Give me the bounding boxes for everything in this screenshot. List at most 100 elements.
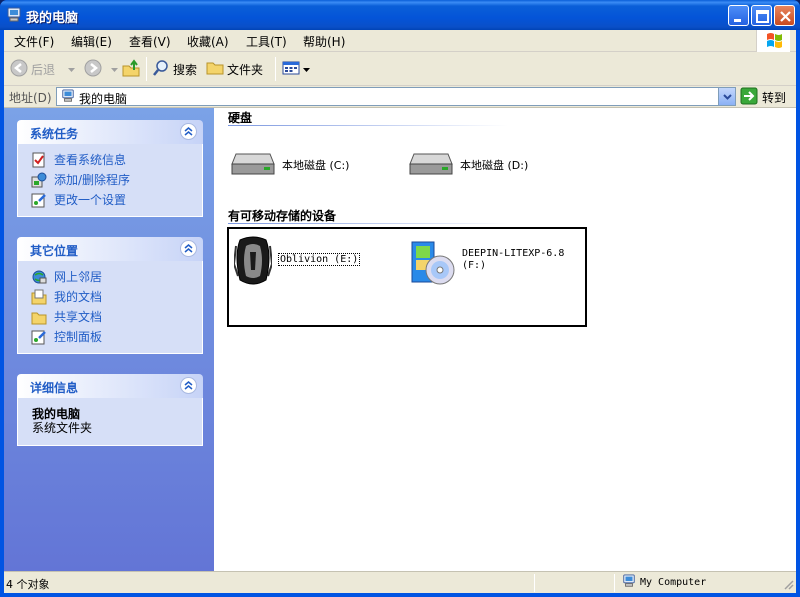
collapse-icon[interactable] [180, 377, 197, 394]
control-panel-label: 控制面板 [54, 330, 103, 344]
menu-view[interactable]: 查看(V) [129, 33, 171, 50]
details-header[interactable]: 详细信息 [17, 374, 203, 398]
address-bar: 地址(D) 我的电脑 转到 [4, 86, 796, 108]
drive-d-label: 本地磁盘 (D:) [460, 158, 529, 172]
resize-grip-icon[interactable] [782, 578, 794, 593]
object-count: 4 个对象 [6, 578, 50, 591]
address-label: 地址(D) [9, 91, 52, 105]
go-label: 转到 [762, 90, 787, 105]
drive-f[interactable]: DEEPIN-LITEXP-6.8 (F:) [410, 238, 564, 291]
chevron-down-icon [68, 62, 76, 76]
title-bar[interactable]: 我的电脑 [0, 0, 800, 30]
hard-disk-icon [408, 148, 454, 181]
drive-f-label-group: DEEPIN-LITEXP-6.8 (F:) [462, 248, 564, 272]
other-places-body: 网上邻居 我的文档 共享文档 控制面板 [17, 261, 203, 354]
control-panel-link[interactable]: 控制面板 [18, 327, 202, 347]
group-divider [228, 223, 508, 224]
forward-button[interactable] [84, 58, 118, 80]
folders-button[interactable]: 文件夹 [206, 58, 263, 80]
folder-icon [206, 59, 224, 80]
details-name: 我的电脑 [32, 407, 81, 421]
my-documents-label: 我的文档 [54, 290, 103, 304]
hard-disks-group-title: 硬盘 [228, 111, 253, 125]
other-places-panel: 其它位置 网上邻居 我的文档 共享文档 控制面板 [17, 237, 203, 354]
network-places-label: 网上邻居 [54, 270, 103, 284]
address-value: 我的电脑 [79, 92, 128, 106]
menu-favorites[interactable]: 收藏(A) [187, 33, 229, 50]
view-system-info-label: 查看系统信息 [54, 153, 127, 167]
drive-c[interactable]: 本地磁盘 (C:) [230, 148, 349, 181]
go-button[interactable]: 转到 [740, 87, 786, 107]
menu-tools[interactable]: 工具(T) [246, 33, 287, 50]
back-label: 后退 [31, 62, 56, 77]
drive-f-letter: (F:) [462, 260, 487, 271]
my-documents-link[interactable]: 我的文档 [18, 287, 202, 307]
maximize-button[interactable] [751, 5, 772, 26]
status-bar: 4 个对象 My Computer [4, 571, 796, 593]
collapse-icon[interactable] [180, 240, 197, 257]
toolbar: 后退 搜索 文件夹 [4, 52, 796, 86]
back-arrow-icon [10, 59, 28, 80]
details-panel: 详细信息 我的电脑 系统文件夹 [17, 374, 203, 446]
other-places-header[interactable]: 其它位置 [17, 237, 203, 261]
menu-file[interactable]: 文件(F) [14, 33, 54, 50]
windows-logo-icon [756, 30, 790, 52]
hard-disk-icon [230, 148, 276, 181]
shared-documents-label: 共享文档 [54, 310, 103, 324]
my-computer-icon [6, 7, 22, 23]
search-label: 搜索 [173, 62, 198, 77]
other-places-title: 其它位置 [30, 244, 79, 258]
details-title: 详细信息 [30, 381, 79, 395]
add-remove-programs-label: 添加/删除程序 [54, 173, 131, 187]
search-button[interactable]: 搜索 [152, 58, 197, 80]
chevron-down-icon [303, 62, 310, 76]
my-computer-icon [622, 574, 636, 591]
view-system-info-link[interactable]: 查看系统信息 [18, 150, 202, 170]
drive-f-label: DEEPIN-LITEXP-6.8 [462, 248, 565, 259]
folders-label: 文件夹 [227, 62, 264, 77]
address-dropdown-button[interactable] [718, 88, 735, 105]
menu-bar: 文件(F) 编辑(E) 查看(V) 收藏(A) 工具(T) 帮助(H) [4, 30, 796, 52]
back-button[interactable]: 后退 [10, 58, 76, 80]
drive-d[interactable]: 本地磁盘 (D:) [408, 148, 528, 181]
explorer-window: 我的电脑 文件(F) 编辑(E) 查看(V) 收藏(A) 工具(T) 帮助(H) [0, 0, 800, 597]
details-type: 系统文件夹 [32, 421, 93, 435]
views-icon [282, 59, 300, 80]
search-icon [152, 59, 170, 80]
content-pane: 硬盘 本地磁盘 (C:) 本地磁盘 (D:) 有可移动存储的设备 Oblivio… [214, 108, 796, 571]
go-arrow-icon [740, 87, 758, 108]
system-tasks-title: 系统任务 [30, 127, 79, 141]
control-panel-icon [31, 192, 47, 214]
menu-help[interactable]: 帮助(H) [303, 33, 345, 50]
removable-group-title: 有可移动存储的设备 [228, 209, 337, 223]
collapse-icon[interactable] [180, 123, 197, 140]
shared-documents-link[interactable]: 共享文档 [18, 307, 202, 327]
drive-c-label: 本地磁盘 (C:) [282, 158, 350, 172]
up-folder-icon [122, 58, 140, 80]
drive-e-label: Oblivion (E:) [278, 253, 361, 266]
close-button[interactable] [774, 5, 795, 26]
add-remove-programs-link[interactable]: 添加/删除程序 [18, 170, 202, 190]
address-input[interactable]: 我的电脑 [56, 87, 736, 106]
window-title: 我的电脑 [26, 11, 79, 26]
views-button[interactable] [282, 58, 310, 80]
details-body: 我的电脑 系统文件夹 [17, 398, 203, 446]
up-folder-button[interactable] [122, 58, 140, 80]
network-places-link[interactable]: 网上邻居 [18, 267, 202, 287]
change-setting-label: 更改一个设置 [54, 193, 127, 207]
chevron-down-icon [111, 62, 118, 76]
change-setting-link[interactable]: 更改一个设置 [18, 190, 202, 210]
control-panel-icon [31, 329, 47, 351]
system-tasks-panel: 系统任务 查看系统信息 添加/删除程序 更改一个设置 [17, 120, 203, 217]
oblivion-disc-icon [232, 236, 274, 291]
group-divider [228, 125, 508, 126]
system-tasks-body: 查看系统信息 添加/删除程序 更改一个设置 [17, 144, 203, 217]
forward-arrow-icon [84, 59, 102, 80]
drive-e[interactable]: Oblivion (E:) [232, 236, 361, 291]
status-location-label: My Computer [640, 577, 707, 588]
system-tasks-header[interactable]: 系统任务 [17, 120, 203, 144]
minimize-button[interactable] [728, 5, 749, 26]
menu-edit[interactable]: 编辑(E) [71, 33, 112, 50]
task-pane: 系统任务 查看系统信息 添加/删除程序 更改一个设置 其它位置 网上邻居 我的文… [4, 108, 214, 571]
status-location: My Computer [622, 574, 706, 591]
